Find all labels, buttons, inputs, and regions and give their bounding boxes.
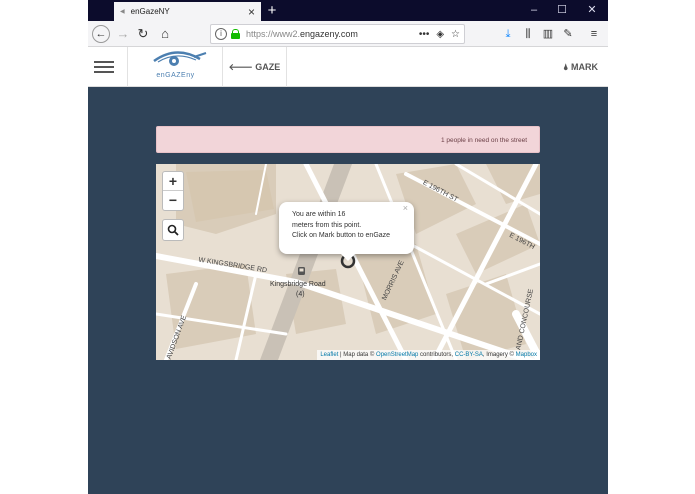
back-arrow-icon[interactable]: ← [92,25,110,43]
bookmark-star-icon[interactable]: ☆ [451,29,460,40]
download-icon[interactable]: ⤓ [500,25,516,43]
sidebar-icon[interactable]: ▥ [540,25,556,43]
library-icon[interactable]: ⫼ [520,25,536,43]
people-in-need-alert: 1 people in need on the street [156,126,540,153]
forward-arrow-icon[interactable]: → [114,25,132,43]
pocket-icon[interactable]: ◈ [436,29,444,40]
navigation-bar: ← → ↻ ⌂ i https://www2.engazeny.com ••• … [88,21,608,47]
browser-tab[interactable]: ◀ enGazeNY × [114,2,261,21]
site-header: enGAZEny 🡐 GAZE 🌢 MARK [88,47,608,87]
popup-line-3: Click on Mark button to enGaze [292,232,391,239]
map-attribution: Leaflet | Map data © OpenStreetMap contr… [317,350,540,360]
browser-window: ◀ enGazeNY × + – ☐ ✕ ← → ↻ ⌂ i https://w… [88,0,608,494]
gaze-button[interactable]: 🡐 GAZE [223,47,287,87]
station-line-label: (4) [296,291,305,298]
popup-line-2: meters from this point. [292,221,362,229]
zoom-control: + − [162,171,184,211]
eyedropper-icon[interactable]: ✎ [560,25,576,43]
page-actions-icon[interactable]: ••• [419,29,430,40]
osm-link[interactable]: OpenStreetMap [376,352,418,358]
mapbox-link[interactable]: Mapbox [516,352,537,358]
eye-logo-icon [153,51,207,66]
tab-strip: ◀ enGazeNY × + – ☐ ✕ [88,0,608,21]
license-link[interactable]: CC-BY-SA [455,352,483,358]
attribution-contributors: contributors, [418,352,455,358]
home-icon[interactable]: ⌂ [156,25,174,43]
tab-close-icon[interactable]: × [248,5,255,19]
info-icon[interactable]: i [215,28,227,40]
map-search-button[interactable] [162,219,184,241]
leaflet-link[interactable]: Leaflet [320,352,338,358]
popup-close-icon[interactable]: × [403,203,408,214]
attribution-text: | Map data © [338,352,377,358]
new-tab-button[interactable]: + [262,0,282,21]
station-label-kingsbridge-road: Kingsbridge Road [270,281,326,288]
logo-wordmark: enGAZEny [156,72,195,79]
close-window-button[interactable]: ✕ [578,0,606,21]
zoom-out-button[interactable]: − [163,191,183,210]
tab-title: enGazeNY [130,7,170,16]
maximize-button[interactable]: ☐ [548,0,576,21]
minimize-button[interactable]: – [520,0,548,21]
location-popup: × You are within 16 meters from this poi… [279,202,414,261]
url-text[interactable]: https://www2.engazeny.com [246,29,419,39]
menu-icon[interactable]: ≡ [586,25,602,43]
popup-line-1: You are within 16 [292,211,346,218]
url-bar[interactable]: i https://www2.engazeny.com ••• ◈ ☆ [210,24,465,44]
lock-icon [231,29,240,39]
reload-icon[interactable]: ↻ [134,25,152,43]
map[interactable]: W KINGSBRIDGE RD Kingsbridge Road (4) MO… [156,164,540,360]
attribution-imagery: , Imagery © [482,352,516,358]
hamburger-menu-icon[interactable] [88,47,128,87]
favicon-icon: ◀ [120,9,125,15]
engaze-logo[interactable]: enGAZEny [128,47,223,87]
mark-button[interactable]: 🌢 MARK [563,47,598,87]
screen: ◀ enGazeNY × + – ☐ ✕ ← → ↻ ⌂ i https://w… [0,0,695,494]
zoom-in-button[interactable]: + [163,172,183,191]
search-icon [167,224,179,236]
